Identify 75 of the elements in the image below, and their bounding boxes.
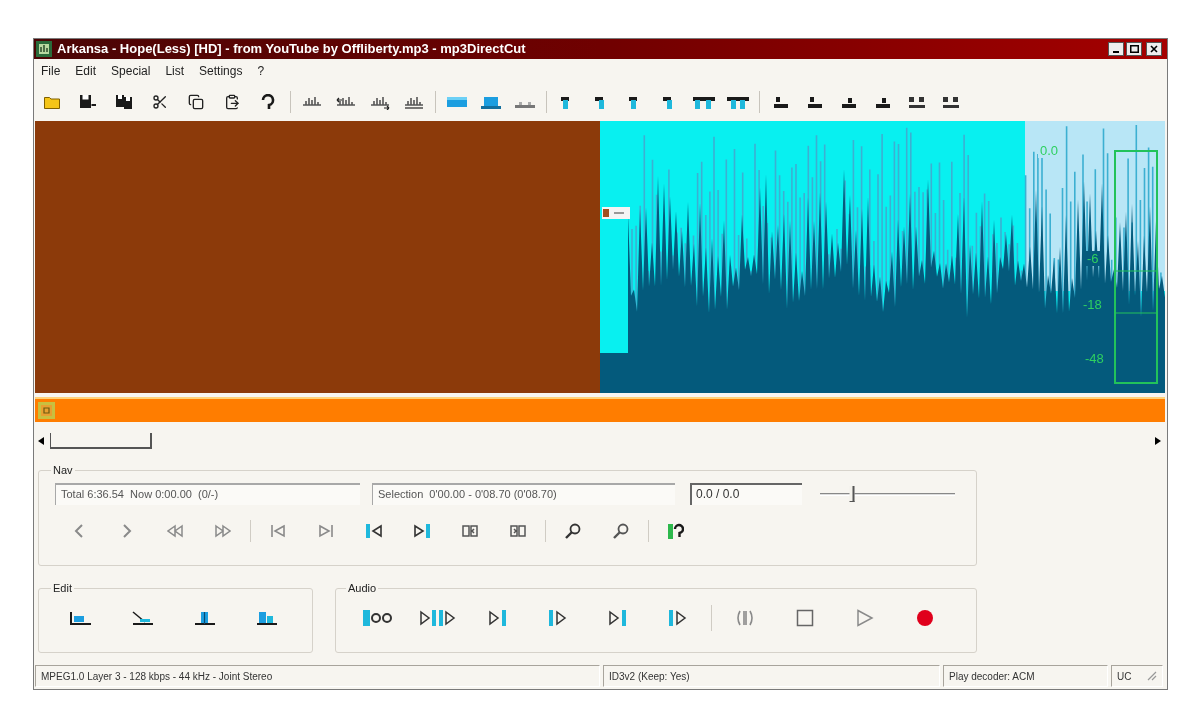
previous-marker-icon[interactable] (462, 523, 478, 539)
block-on-base-icon[interactable] (481, 94, 501, 110)
time-display: Total 6:36.54 Now 0:00.00 (0/-) (55, 483, 360, 505)
status-text: Play decoder: ACM (949, 669, 1035, 684)
volume-slider[interactable] (820, 486, 955, 502)
slope-icon[interactable] (131, 610, 153, 626)
close-button[interactable] (1146, 42, 1162, 56)
rewind-icon[interactable] (167, 523, 183, 539)
meter-label: 0.0 (1038, 143, 1061, 158)
waveform-icon[interactable] (370, 94, 390, 110)
bar-undo-icon[interactable] (668, 523, 684, 539)
folder-icon[interactable] (44, 94, 60, 110)
window-title: Arkansa - Hope(Less) [HD] - from YouTube by Offliberty.mp3 - mp3DirectCut (57, 40, 526, 58)
marker-flag-icon[interactable] (727, 94, 749, 110)
play-from-mark-icon[interactable] (669, 609, 687, 627)
waveform-icon[interactable] (404, 94, 424, 110)
meter-label: -6 (1085, 251, 1101, 266)
marker-icon[interactable] (38, 402, 55, 419)
meter-label: -48 (1083, 351, 1106, 366)
block-icon[interactable] (447, 94, 467, 110)
magnifier-icon[interactable] (565, 523, 581, 539)
play-from-mark-icon[interactable] (549, 609, 567, 627)
fast-forward-icon[interactable] (215, 523, 231, 539)
slider-thumb[interactable] (849, 486, 855, 502)
scissors-icon[interactable] (152, 94, 168, 110)
resize-grip-icon[interactable] (1147, 671, 1157, 681)
menu-item[interactable]: Settings (194, 63, 248, 79)
copy-icon[interactable] (188, 94, 204, 110)
skip-to-end-icon[interactable] (318, 523, 334, 539)
pause-icon[interactable] (736, 609, 754, 627)
split-block-icon[interactable] (193, 610, 215, 626)
minimize-button[interactable] (1108, 42, 1124, 56)
status-text: UC (1117, 669, 1132, 684)
status-text: ID3v2 (Keep: Yes) (609, 669, 690, 684)
scroll-right-icon[interactable] (1155, 436, 1161, 445)
paste-icon[interactable] (224, 94, 240, 110)
status-text: MPEG1.0 Layer 3 - 128 kbps - 44 kHz - Joint Stereo (41, 669, 273, 684)
cue-marker-icon[interactable] (773, 94, 789, 110)
play-around-icon[interactable] (420, 609, 456, 627)
waveform[interactable] (35, 121, 1165, 393)
marker-flag-icon[interactable] (693, 94, 715, 110)
selection-end-icon[interactable] (414, 523, 430, 539)
next-marker-icon[interactable] (510, 523, 526, 539)
selection-display: Selection 0'00.00 - 0'08.70 (0'08.70) (372, 483, 675, 505)
floppy-disks-icon[interactable] (116, 94, 132, 110)
meter-label: -18 (1081, 297, 1104, 312)
record-icon[interactable] (916, 609, 934, 627)
menu-item[interactable]: List (160, 63, 190, 79)
menu-item[interactable]: ? (252, 63, 270, 79)
group-label: Audio (347, 582, 378, 595)
cue-marker-icon[interactable] (908, 94, 926, 110)
skip-to-start-icon[interactable] (270, 523, 286, 539)
group-label: Nav (52, 464, 74, 477)
play-to-mark-icon[interactable] (609, 609, 627, 627)
close-icon[interactable] (1150, 45, 1158, 53)
bracket-level-icon[interactable] (69, 610, 91, 626)
cue-marker-icon[interactable] (807, 94, 823, 110)
selection-start-icon[interactable] (366, 523, 382, 539)
floppy-disk-icon[interactable] (80, 94, 96, 110)
magnifier-icon[interactable] (613, 523, 629, 539)
menu-item[interactable]: File (36, 63, 66, 79)
volume-display: 0.0 / 0.0 (690, 483, 802, 505)
join-block-icon[interactable] (255, 610, 277, 626)
stop-icon[interactable] (796, 609, 814, 627)
marker-tag-icon[interactable] (602, 207, 630, 219)
scrollbar-thumb[interactable] (50, 432, 152, 449)
menu-item[interactable]: Edit (70, 63, 102, 79)
cue-marker-icon[interactable] (942, 94, 960, 110)
play-icon[interactable] (856, 609, 874, 627)
app-icon (36, 41, 52, 57)
group-label: Edit (52, 582, 73, 595)
scroll-left-icon[interactable] (38, 436, 44, 445)
loop-play-icon[interactable] (363, 609, 393, 627)
menu-item[interactable]: Special (106, 63, 156, 79)
play-to-mark-icon[interactable] (489, 609, 507, 627)
